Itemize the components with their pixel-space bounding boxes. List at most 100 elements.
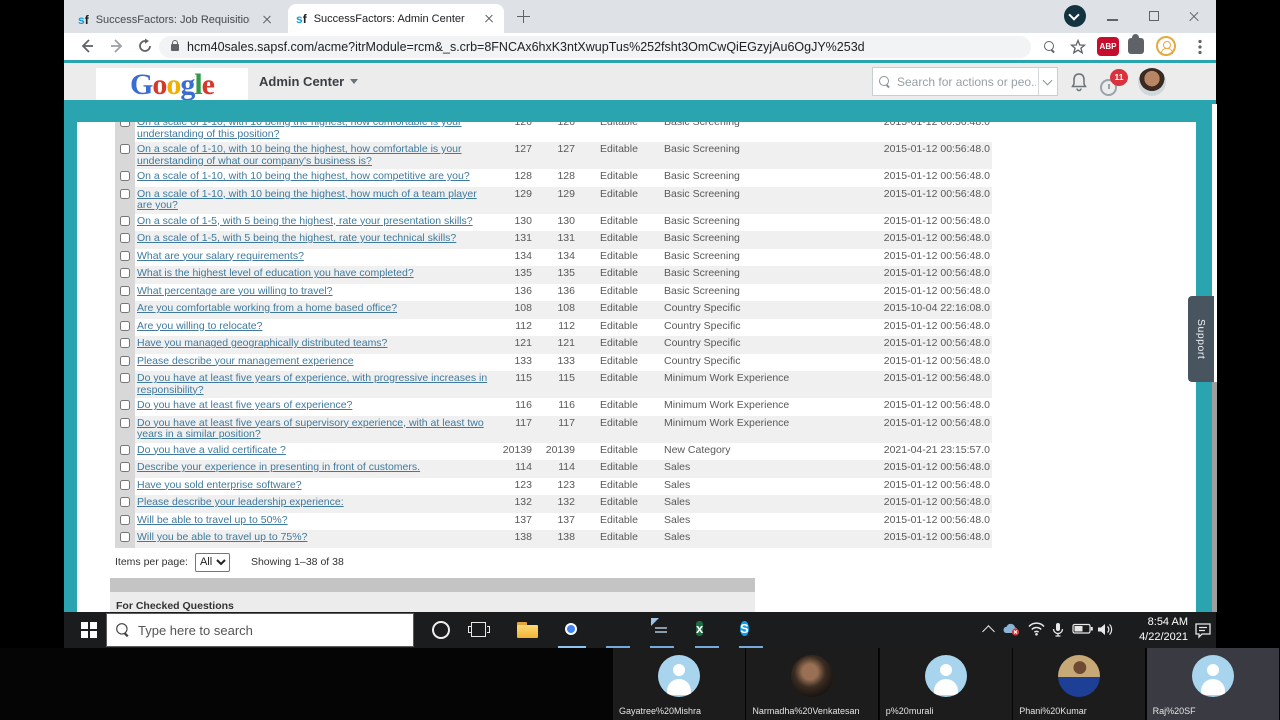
url-bar[interactable]: hcm40sales.sapsf.com/acme?itrModule=rcm&… [159,36,1031,58]
question-link[interactable]: Are you comfortable working from a home … [137,302,397,314]
row-checkbox[interactable] [120,122,130,127]
skype-icon[interactable]: S [740,618,764,642]
row-checkbox[interactable] [120,444,130,455]
row-checkbox[interactable] [120,355,130,366]
row-checkbox[interactable] [120,268,130,278]
close-window-button[interactable] [1188,11,1202,24]
question-link[interactable]: Describe your experience in presenting i… [137,461,420,473]
extension-avatar-icon[interactable] [1156,36,1176,56]
question-link[interactable]: Do you have at least five years of exper… [137,372,487,396]
pending-requests-icon[interactable]: 11 [1100,69,1130,99]
maximize-button[interactable] [1148,10,1162,22]
question-link[interactable]: Have you sold enterprise software? [137,479,302,491]
firefox-icon[interactable] [605,618,629,642]
row-checkbox[interactable] [120,188,130,199]
question-link[interactable]: Do you have at least five years of super… [137,417,484,441]
action-center-icon[interactable] [1194,621,1212,639]
items-per-page-select[interactable]: All [194,552,230,572]
row-checkbox[interactable] [120,338,130,348]
row-checkbox[interactable] [120,532,130,542]
question-link[interactable]: On a scale of 1-10, with 10 being the hi… [137,170,470,182]
forward-icon[interactable] [106,35,128,57]
row-checkbox[interactable] [120,285,130,296]
notepad-icon[interactable] [651,618,675,642]
module-selector[interactable]: Admin Center [259,63,359,100]
tray-expand-chevron-icon[interactable] [982,625,995,638]
extensions-puzzle-icon[interactable] [1128,34,1144,54]
support-tab[interactable]: Support [1188,296,1214,382]
tab-admin-center[interactable]: sf SuccessFactors: Admin Center [288,4,504,33]
question-link[interactable]: Do you have a valid certificate ? [137,444,286,456]
row-checkbox[interactable] [120,171,130,181]
question-link[interactable]: On a scale of 1-10, with 10 being the hi… [137,122,462,140]
browser-menu-kebab-icon[interactable] [1190,37,1210,57]
user-avatar[interactable] [1138,68,1166,96]
question-link[interactable]: On a scale of 1-5, with 5 being the high… [137,215,473,227]
volume-icon[interactable] [1097,622,1115,638]
question-link[interactable]: On a scale of 1-10, with 10 being the hi… [137,143,462,167]
row-checkbox[interactable] [120,320,130,331]
tab-job-requisition[interactable]: sf SuccessFactors: Job Requisition: [70,6,282,33]
file-explorer-icon[interactable] [516,618,540,642]
row-checkbox[interactable] [120,400,130,410]
question-link[interactable]: Will be able to travel up to 50%? [137,514,288,526]
reload-icon[interactable] [134,35,156,57]
cortana-icon[interactable] [432,621,450,639]
back-icon[interactable] [76,35,98,57]
onedrive-icon[interactable] [1002,622,1020,638]
category-cell: Minimum Work Experience [664,416,790,429]
row-checkbox[interactable] [120,373,130,383]
participant-tile[interactable]: Narmadha%20Venkatesan [746,648,879,720]
participant-tile[interactable]: Gayatree%20Mishra [613,648,745,720]
wifi-icon[interactable] [1028,622,1046,638]
clock-date[interactable]: 8:54 AM 4/22/2021 [1116,615,1188,645]
question-link[interactable]: On a scale of 1-5, with 5 being the high… [137,232,456,244]
row-checkbox[interactable] [120,479,130,490]
participant-tile[interactable]: Raj%20SF [1146,648,1279,720]
question-link[interactable]: Please describe your management experien… [137,355,354,367]
question-link[interactable]: What percentage are you willing to trave… [137,285,333,297]
taskbar-search-input[interactable] [138,622,403,638]
chrome-icon[interactable] [560,618,584,642]
taskbar-search[interactable] [106,613,414,647]
row-checkbox[interactable] [120,462,130,472]
start-button[interactable] [72,612,106,648]
new-tab-button[interactable] [515,8,532,25]
row-checkbox[interactable] [120,514,130,525]
row-checkbox[interactable] [120,233,130,243]
checkbox-cell [115,248,135,266]
question-link[interactable]: Will you be able to travel up to 75%? [137,531,307,543]
tab-close-icon[interactable] [482,12,496,26]
question-link[interactable]: What is the highest level of education y… [137,267,414,279]
question-link[interactable]: What are your salary requirements? [137,250,304,262]
excel-icon[interactable]: x [696,618,720,642]
row-checkbox[interactable] [120,144,130,154]
row-checkbox[interactable] [120,250,130,261]
action-search-input[interactable] [897,74,1036,89]
battery-icon[interactable] [1072,622,1093,638]
question-link[interactable]: Do you have at least five years of exper… [137,399,352,411]
row-checkbox[interactable] [120,303,130,313]
zoom-icon[interactable] [1040,37,1060,57]
action-search[interactable] [872,67,1058,96]
participant-tile[interactable]: p%20murali [879,648,1012,720]
recorder-circle-button[interactable] [1064,5,1086,27]
row-checkbox[interactable] [120,215,130,226]
task-view-icon[interactable] [468,618,492,642]
question-id-cell: 138 [514,531,532,543]
scrollbar-thumb[interactable] [1212,382,1217,612]
participant-tile[interactable]: Phani%20Kumar [1013,648,1146,720]
chevron-down-icon[interactable] [1042,75,1053,85]
question-link[interactable]: Have you managed geographically distribu… [137,337,387,349]
adblock-icon[interactable]: ABP [1097,37,1119,56]
minimize-button[interactable] [1106,10,1120,22]
notifications-bell-icon[interactable] [1070,72,1088,92]
microphone-icon[interactable] [1052,622,1070,638]
bookmark-star-icon[interactable] [1068,37,1088,57]
row-checkbox[interactable] [120,417,130,428]
row-checkbox[interactable] [120,497,130,507]
question-link[interactable]: Are you willing to relocate? [137,320,262,332]
question-link[interactable]: Please describe your leadership experien… [137,496,344,508]
question-link[interactable]: On a scale of 1-10, with 10 being the hi… [137,188,477,212]
tab-close-icon[interactable] [260,13,274,27]
